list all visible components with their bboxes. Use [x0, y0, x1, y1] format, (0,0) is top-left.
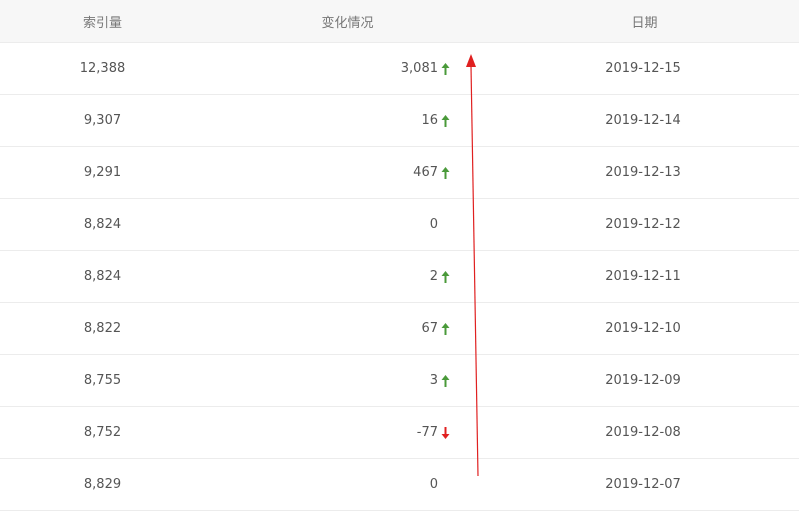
header-change: 变化情况: [321, 15, 374, 31]
change-cell: 467: [205, 165, 450, 180]
table-row: 8,824 2 2019-12-11: [0, 251, 799, 303]
count-cell: 8,822: [83, 321, 122, 336]
date-cell: 2019-12-08: [605, 425, 681, 440]
date-cell: 2019-12-09: [605, 373, 681, 388]
change-value: 2: [429, 269, 438, 284]
arrow-up-icon: [441, 62, 450, 75]
change-value: 0: [429, 477, 438, 492]
table-row: 12,388 3,081 2019-12-15: [0, 43, 799, 95]
change-cell: 0: [205, 217, 450, 232]
change-cell: 3: [205, 373, 450, 388]
change-cell: -77: [205, 425, 450, 440]
table-header: 索引量 变化情况 日期: [0, 0, 799, 43]
count-cell: 8,755: [83, 373, 122, 388]
date-cell: 2019-12-15: [605, 61, 681, 76]
date-cell: 2019-12-14: [605, 113, 681, 128]
change-cell: 16: [205, 113, 450, 128]
header-count: 索引量: [82, 15, 122, 31]
change-cell: 2: [205, 269, 450, 284]
arrow-up-icon: [441, 114, 450, 127]
arrow-up-icon: [441, 322, 450, 335]
table-row: 9,307 16 2019-12-14: [0, 95, 799, 147]
table-row: 9,291 467 2019-12-13: [0, 147, 799, 199]
change-cell: 0: [205, 477, 450, 492]
change-cell: 3,081: [205, 61, 450, 76]
table-row: 8,755 3 2019-12-09: [0, 355, 799, 407]
date-cell: 2019-12-10: [605, 321, 681, 336]
change-value: 16: [421, 113, 438, 128]
change-cell: 67: [205, 321, 450, 336]
change-value: -77: [416, 425, 438, 440]
count-cell: 9,307: [83, 113, 122, 128]
count-cell: 12,388: [79, 61, 126, 76]
date-cell: 2019-12-11: [605, 269, 681, 284]
change-value: 3,081: [400, 61, 438, 76]
index-table: 索引量 变化情况 日期 12,388 3,081 2019-12-15 9,30…: [0, 0, 799, 511]
count-cell: 8,824: [83, 217, 122, 232]
date-cell: 2019-12-07: [605, 477, 681, 492]
change-value: 467: [413, 165, 438, 180]
arrow-up-icon: [441, 270, 450, 283]
count-cell: 8,829: [83, 477, 122, 492]
no-trend-spacer: [441, 479, 450, 491]
change-value: 0: [429, 217, 438, 232]
date-cell: 2019-12-12: [605, 217, 681, 232]
no-trend-spacer: [441, 219, 450, 231]
table-row: 8,824 0 2019-12-12: [0, 199, 799, 251]
change-value: 3: [429, 373, 438, 388]
table-row: 8,752 -77 2019-12-08: [0, 407, 799, 459]
arrow-down-icon: [441, 426, 450, 439]
count-cell: 9,291: [83, 165, 122, 180]
table-row: 8,829 0 2019-12-07: [0, 459, 799, 511]
count-cell: 8,752: [83, 425, 122, 440]
arrow-up-icon: [441, 166, 450, 179]
table-row: 8,822 67 2019-12-10: [0, 303, 799, 355]
header-date: 日期: [631, 15, 658, 31]
change-value: 67: [421, 321, 438, 336]
arrow-up-icon: [441, 374, 450, 387]
count-cell: 8,824: [83, 269, 122, 284]
date-cell: 2019-12-13: [605, 165, 681, 180]
